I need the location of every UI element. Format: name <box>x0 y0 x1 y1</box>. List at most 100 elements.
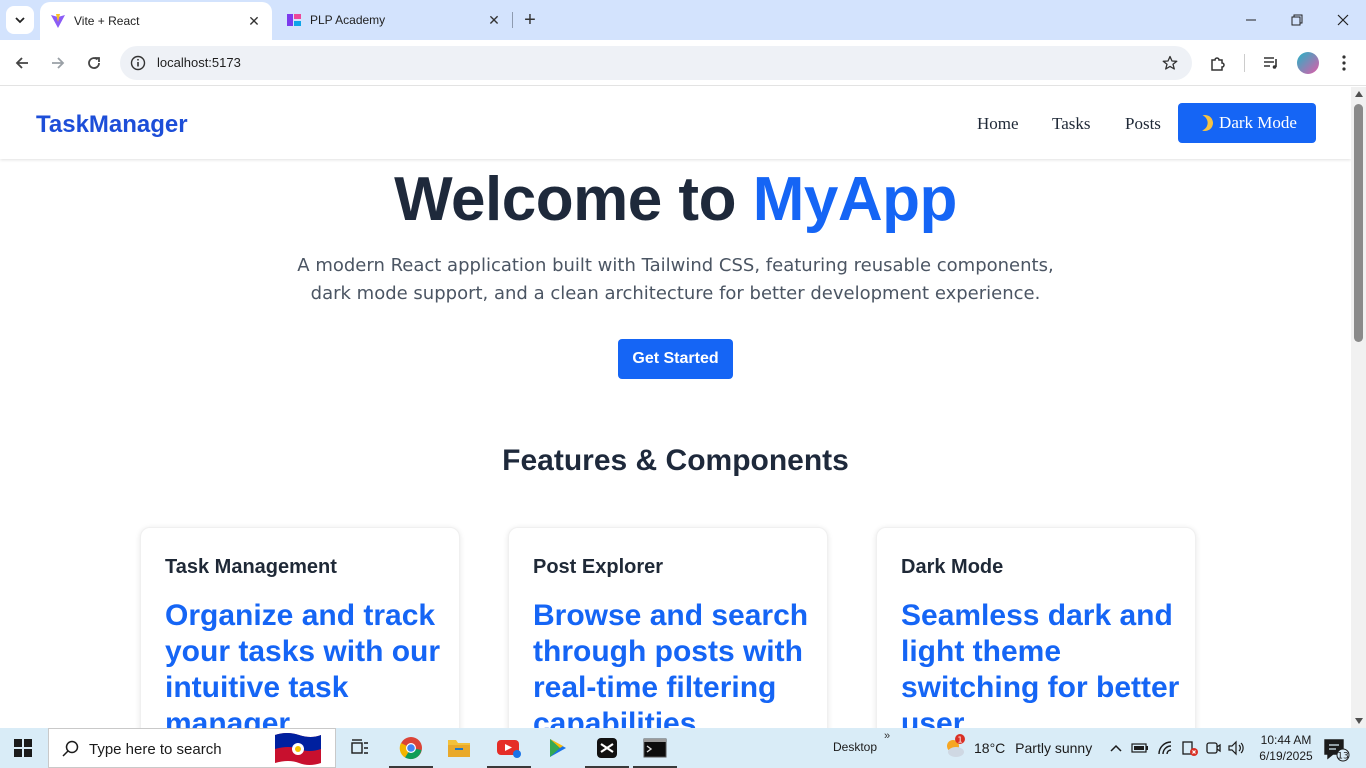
forward-button[interactable] <box>44 49 72 77</box>
camera-icon <box>1206 742 1221 754</box>
site-navbar: TaskManager Home Tasks Posts Dark Mode <box>0 87 1351 159</box>
terminal-icon <box>643 738 667 758</box>
feature-card-task-management: Task Management Organize and track your … <box>140 527 460 728</box>
play-store-icon <box>550 739 566 757</box>
chevron-down-icon <box>15 17 25 24</box>
battery-icon <box>1131 743 1148 753</box>
notification-count: 13 <box>1337 752 1348 762</box>
double-chevron-icon[interactable]: » <box>884 730 890 742</box>
moon-icon <box>1195 113 1216 134</box>
close-tab-icon[interactable]: ✕ <box>244 11 264 31</box>
bookmark-star-icon[interactable] <box>1160 53 1180 73</box>
capcut-icon <box>597 738 617 758</box>
windows-logo-icon <box>14 739 22 747</box>
taskbar-terminal[interactable] <box>631 728 679 768</box>
windows-start-button[interactable] <box>14 739 32 757</box>
weather-text[interactable]: 18°C Partly sunny <box>974 740 1092 756</box>
taskbar-play-app[interactable] <box>534 728 582 768</box>
windows-logo-icon <box>14 749 22 757</box>
task-view-button[interactable] <box>336 728 384 768</box>
meet-now-tray[interactable] <box>1203 738 1223 758</box>
hero-title-accent: MyApp <box>752 165 958 234</box>
tab-title: Vite + React <box>74 14 140 28</box>
volume-tray[interactable] <box>1226 738 1246 758</box>
hero-title: Welcome to MyApp <box>0 164 1351 235</box>
minimize-button[interactable] <box>1228 0 1274 40</box>
media-controls-button[interactable] <box>1259 51 1283 75</box>
new-tab-button[interactable]: + <box>518 8 542 32</box>
minimize-icon <box>1246 19 1256 21</box>
restore-button[interactable] <box>1274 0 1320 40</box>
card-title: Dark Mode <box>901 556 1004 578</box>
speaker-icon <box>1228 740 1244 756</box>
windows-logo-icon <box>24 749 32 757</box>
nav-home-link[interactable]: Home <box>977 114 1019 134</box>
extensions-button[interactable] <box>1206 51 1230 75</box>
tab-divider <box>512 12 513 28</box>
browser-toolbar: localhost:5173 <box>0 40 1366 86</box>
wifi-tray[interactable] <box>1156 738 1176 758</box>
scrollbar-thumb[interactable] <box>1354 104 1363 342</box>
reload-icon <box>88 57 100 69</box>
card-body: Organize and track your tasks with our i… <box>165 599 441 728</box>
weather-condition: Partly sunny <box>1015 740 1093 756</box>
profile-avatar[interactable] <box>1297 52 1319 74</box>
partly-sunny-icon[interactable]: 1 <box>942 734 968 760</box>
desktop-toolbar-label[interactable]: Desktop <box>833 740 877 754</box>
back-button[interactable] <box>8 49 36 77</box>
puzzle-icon <box>1211 57 1225 71</box>
haiti-flag-icon <box>275 733 321 765</box>
temperature: 18°C <box>974 740 1006 756</box>
close-icon <box>1337 14 1349 26</box>
close-tab-icon[interactable]: ✕ <box>484 10 504 30</box>
url-text[interactable]: localhost:5173 <box>157 55 241 70</box>
restore-icon <box>1291 14 1303 26</box>
tab-vite-react[interactable]: Vite + React ✕ <box>40 2 272 40</box>
hero-title-prefix: Welcome to <box>394 165 753 234</box>
arrow-right-icon <box>52 57 65 69</box>
search-icon <box>62 740 79 757</box>
taskbar-chrome[interactable] <box>387 728 435 768</box>
network-warning-tray[interactable] <box>1180 738 1200 758</box>
show-hidden-icons-button[interactable] <box>1106 738 1126 758</box>
network-error-icon <box>1182 741 1198 756</box>
notification-center-icon[interactable]: 13 <box>1322 736 1350 762</box>
feature-card-dark-mode: Dark Mode Seamless dark and light theme … <box>876 527 1196 728</box>
taskbar-capcut[interactable] <box>583 728 631 768</box>
taskbar-search-box[interactable]: Type here to search <box>48 728 336 768</box>
get-started-button[interactable]: Get Started <box>618 339 733 379</box>
windows-taskbar: Type here to search Desktop » 1 18°C Par… <box>0 728 1366 768</box>
chevron-up-icon <box>1110 744 1122 752</box>
youtube-icon <box>497 740 521 758</box>
reload-button[interactable] <box>80 49 108 77</box>
scroll-up-arrow-icon[interactable] <box>1355 91 1363 97</box>
nav-tasks-link[interactable]: Tasks <box>1052 114 1090 134</box>
dark-mode-toggle[interactable]: Dark Mode <box>1178 103 1316 143</box>
card-body: Browse and search through posts with rea… <box>533 599 809 728</box>
nav-posts-link[interactable]: Posts <box>1125 114 1161 134</box>
browser-menu-button[interactable] <box>1332 51 1356 75</box>
tab-plp-academy[interactable]: PLP Academy ✕ <box>276 0 512 40</box>
brand-logo[interactable]: TaskManager <box>36 111 188 139</box>
clock-date: 6/19/2025 <box>1259 749 1313 763</box>
battery-tray[interactable] <box>1130 738 1150 758</box>
search-placeholder: Type here to search <box>89 741 222 758</box>
dark-mode-label: Dark Mode <box>1219 113 1297 132</box>
close-window-button[interactable] <box>1320 0 1366 40</box>
card-body: Seamless dark and light theme switching … <box>901 599 1180 728</box>
taskbar-clock[interactable]: 10:44 AM 6/19/2025 <box>1254 732 1318 764</box>
playlist-icon <box>1264 57 1277 69</box>
address-bar[interactable]: localhost:5173 <box>120 46 1192 80</box>
taskbar-youtube-app[interactable] <box>485 728 533 768</box>
scroll-down-arrow-icon[interactable] <box>1355 718 1363 724</box>
features-section-title: Features & Components <box>502 444 849 477</box>
page-scrollbar[interactable] <box>1351 87 1366 728</box>
folder-icon <box>448 740 470 757</box>
arrow-left-icon <box>15 57 28 69</box>
tab-title: PLP Academy <box>310 13 386 27</box>
chrome-icon <box>399 737 422 760</box>
site-info-icon[interactable] <box>128 53 148 73</box>
taskbar-file-explorer[interactable] <box>435 728 483 768</box>
clock-time: 10:44 AM <box>1260 733 1312 747</box>
tab-search-button[interactable] <box>6 6 34 34</box>
